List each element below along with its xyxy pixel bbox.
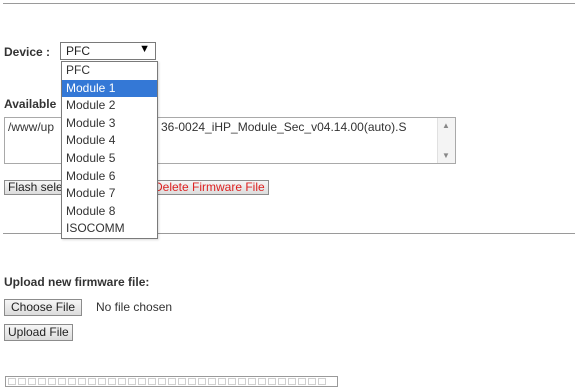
progress-segment [298, 378, 306, 385]
delete-firmware-button[interactable]: Delete Firmware File [150, 180, 269, 195]
list-scrollbar[interactable]: ▲ ▼ [437, 118, 455, 163]
device-select[interactable]: PFC ▼ [60, 42, 156, 60]
device-option-module-8[interactable]: Module 8 [62, 203, 157, 220]
top-divider [3, 3, 575, 4]
triangle-down-icon: ▼ [139, 43, 150, 55]
triangle-up-icon[interactable]: ▲ [442, 121, 450, 130]
upload-file-button[interactable]: Upload File [4, 324, 73, 341]
no-file-text: No file chosen [96, 300, 173, 314]
device-select-value: PFC [66, 44, 90, 58]
progress-segment [258, 378, 266, 385]
choose-file-button[interactable]: Choose File [4, 299, 83, 316]
progress-segment [98, 378, 106, 385]
device-label: Device : [4, 45, 51, 59]
progress-segment [158, 378, 166, 385]
device-option-module-2[interactable]: Module 2 [62, 97, 157, 114]
progress-segment [148, 378, 156, 385]
device-option-module-6[interactable]: Module 6 [62, 168, 157, 185]
progress-segment [68, 378, 76, 385]
device-dropdown-list[interactable]: PFC Module 1 Module 2 Module 3 Module 4 Modul… [61, 61, 158, 239]
progress-segment [168, 378, 176, 385]
progress-segment [78, 378, 86, 385]
device-option-module-1[interactable]: Module 1 [62, 79, 157, 97]
progress-segment [318, 378, 326, 385]
progress-segment [248, 378, 256, 385]
progress-segment [108, 378, 116, 385]
firmware-file-item-left: /www/up [8, 120, 55, 134]
progress-segment [228, 378, 236, 385]
device-option-module-5[interactable]: Module 5 [62, 150, 157, 167]
upload-progress-bar [5, 376, 338, 387]
flash-selected-button[interactable]: Flash sele [4, 180, 64, 195]
progress-segment [278, 378, 286, 385]
progress-segment [308, 378, 316, 385]
progress-segment [218, 378, 226, 385]
progress-segment [8, 378, 16, 385]
progress-segment [88, 378, 96, 385]
triangle-down-icon[interactable]: ▼ [442, 151, 450, 160]
device-option-pfc[interactable]: PFC [62, 62, 157, 79]
progress-segment [58, 378, 66, 385]
firmware-file-item-right: 36-0024_iHP_Module_Sec_v04.14.00(auto).S [161, 120, 407, 134]
progress-segment [268, 378, 276, 385]
progress-segment [138, 378, 146, 385]
progress-segment [28, 378, 36, 385]
progress-segment [18, 378, 26, 385]
progress-segment [208, 378, 216, 385]
progress-segment [48, 378, 56, 385]
device-option-module-3[interactable]: Module 3 [62, 115, 157, 132]
device-option-module-7[interactable]: Module 7 [62, 185, 157, 202]
device-option-module-4[interactable]: Module 4 [62, 132, 157, 149]
progress-segment [188, 378, 196, 385]
progress-segment [288, 378, 296, 385]
upload-title: Upload new firmware file: [4, 275, 150, 289]
progress-segment [38, 378, 46, 385]
progress-segment [198, 378, 206, 385]
progress-segment [238, 378, 246, 385]
progress-segment [118, 378, 126, 385]
device-option-isocomm[interactable]: ISOCOMM [62, 220, 157, 237]
available-label: Available [4, 97, 57, 111]
progress-segment [128, 378, 136, 385]
progress-segment [178, 378, 186, 385]
